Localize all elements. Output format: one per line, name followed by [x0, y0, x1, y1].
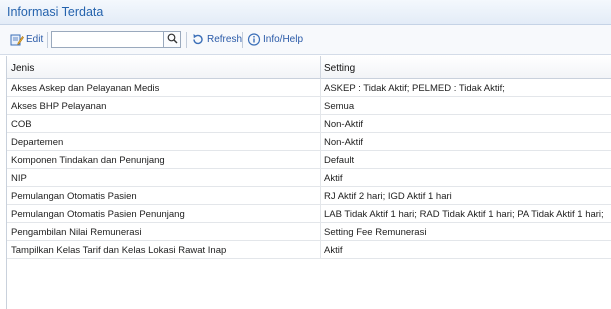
- table-row[interactable]: Komponen Tindakan dan Penunjang Default: [7, 151, 611, 169]
- cell-jenis: Komponen Tindakan dan Penunjang: [11, 155, 165, 166]
- refresh-button[interactable]: Refresh: [191, 33, 242, 46]
- cell-setting: Non-Aktif: [324, 137, 364, 148]
- search-icon: [167, 33, 178, 47]
- search-button[interactable]: [164, 31, 181, 48]
- settings-grid: Jenis Setting Akses Askep dan Pelayanan …: [6, 56, 611, 309]
- table-row[interactable]: Pengambilan Nilai Remunerasi Setting Fee…: [7, 223, 611, 241]
- column-divider[interactable]: [320, 56, 321, 79]
- cell-setting: RJ Aktif 2 hari; IGD Aktif 1 hari: [324, 191, 452, 202]
- grid-header: Jenis Setting: [7, 56, 611, 79]
- cell-setting: LAB Tidak Aktif 1 hari; RAD Tidak Aktif …: [324, 209, 604, 220]
- info-help-label: Info/Help: [263, 34, 304, 45]
- cell-setting: Setting Fee Remunerasi: [324, 227, 427, 238]
- cell-jenis: NIP: [11, 173, 27, 184]
- edit-icon: [10, 33, 26, 46]
- cell-setting: Default: [324, 155, 355, 166]
- cell-jenis: Akses Askep dan Pelayanan Medis: [11, 83, 160, 94]
- refresh-icon: [191, 33, 207, 46]
- cell-jenis: COB: [11, 119, 32, 130]
- cell-divider: [320, 223, 321, 240]
- cell-jenis: Pemulangan Otomatis Pasien: [11, 191, 137, 202]
- cell-setting: ASKEP : Tidak Aktif; PELMED : Tidak Akti…: [324, 83, 505, 94]
- cell-divider: [320, 115, 321, 132]
- cell-divider: [320, 79, 321, 96]
- table-row[interactable]: Akses BHP Pelayanan Semua: [7, 97, 611, 115]
- cell-jenis: Departemen: [11, 137, 64, 148]
- panel-title: Informasi Terdata: [7, 5, 104, 19]
- info-icon: [247, 33, 263, 46]
- cell-divider: [320, 241, 321, 258]
- toolbar-divider: [242, 32, 243, 48]
- table-row[interactable]: Departemen Non-Aktif: [7, 133, 611, 151]
- refresh-label: Refresh: [207, 34, 243, 45]
- search-input[interactable]: [51, 31, 164, 48]
- edit-label: Edit: [26, 34, 44, 45]
- cell-jenis: Akses BHP Pelayanan: [11, 101, 107, 112]
- table-row[interactable]: Akses Askep dan Pelayanan Medis ASKEP : …: [7, 79, 611, 97]
- cell-setting: Non-Aktif: [324, 119, 364, 130]
- cell-jenis: Pemulangan Otomatis Pasien Penunjang: [11, 209, 185, 220]
- edit-button[interactable]: Edit: [10, 33, 43, 46]
- table-row[interactable]: COB Non-Aktif: [7, 115, 611, 133]
- cell-divider: [320, 151, 321, 168]
- cell-jenis: Tampilkan Kelas Tarif dan Kelas Lokasi R…: [11, 245, 227, 256]
- toolbar-divider: [47, 32, 48, 48]
- cell-setting: Aktif: [324, 245, 343, 256]
- cell-divider: [320, 133, 321, 150]
- cell-divider: [320, 205, 321, 222]
- cell-divider: [320, 187, 321, 204]
- table-row[interactable]: Tampilkan Kelas Tarif dan Kelas Lokasi R…: [7, 241, 611, 259]
- panel-header: Informasi Terdata: [0, 0, 611, 25]
- table-row[interactable]: Pemulangan Otomatis Pasien RJ Aktif 2 ha…: [7, 187, 611, 205]
- column-header-setting[interactable]: Setting: [324, 63, 355, 74]
- column-header-jenis[interactable]: Jenis: [11, 63, 34, 74]
- cell-setting: Aktif: [324, 173, 343, 184]
- toolbar-divider: [186, 32, 187, 48]
- cell-setting: Semua: [324, 101, 355, 112]
- cell-divider: [320, 169, 321, 186]
- cell-divider: [320, 97, 321, 114]
- info-help-button[interactable]: Info/Help: [247, 33, 303, 46]
- cell-jenis: Pengambilan Nilai Remunerasi: [11, 227, 142, 238]
- table-row[interactable]: NIP Aktif: [7, 169, 611, 187]
- table-row[interactable]: Pemulangan Otomatis Pasien Penunjang LAB…: [7, 205, 611, 223]
